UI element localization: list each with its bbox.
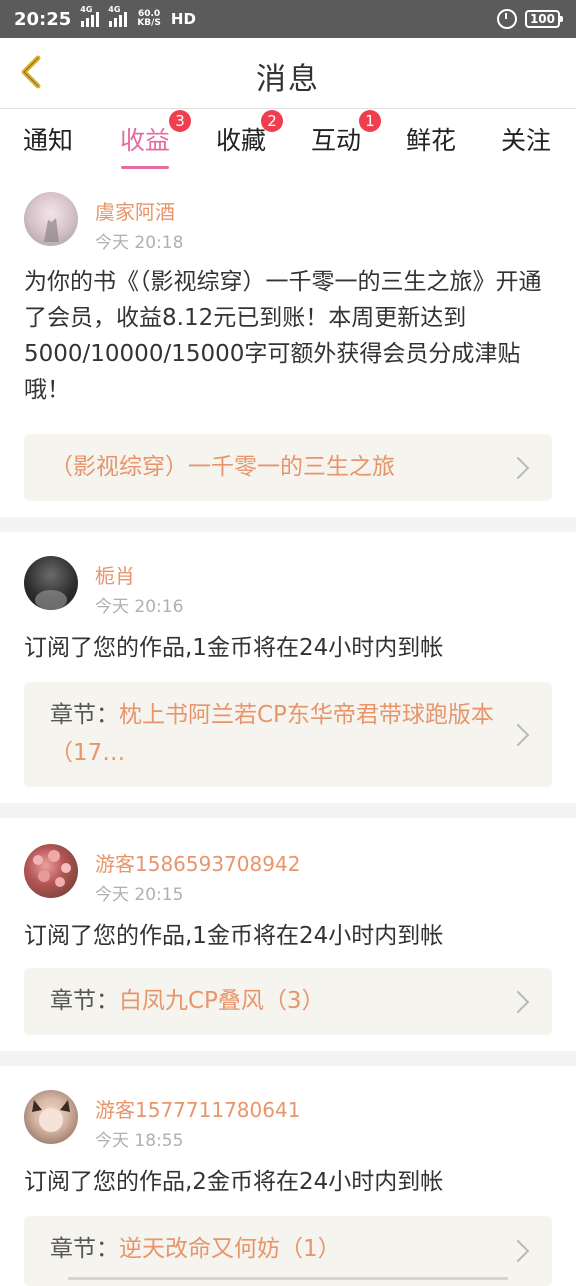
sender-name[interactable]: 虞家阿酒 bbox=[95, 196, 175, 225]
message-time: 今天 20:18 bbox=[95, 233, 184, 253]
avatar[interactable] bbox=[24, 556, 78, 610]
chevron-right-icon bbox=[506, 456, 530, 480]
chapter-title: 章节：枕上书阿兰若CP东华帝君带球跑版本（17… bbox=[50, 702, 494, 766]
message-time: 今天 20:16 bbox=[95, 597, 184, 617]
avatar[interactable] bbox=[24, 844, 78, 898]
tab-bar: 通知 收益 3 收藏 2 互动 1 鲜花 关注 bbox=[0, 109, 576, 171]
tab-badge: 1 bbox=[359, 110, 381, 132]
tab-flowers[interactable]: 鲜花 bbox=[383, 121, 479, 157]
tab-badge: 2 bbox=[261, 110, 283, 132]
signal-icon-2: 4G bbox=[108, 5, 128, 27]
sender-name[interactable]: 栀肖 bbox=[95, 560, 135, 589]
tab-badge: 3 bbox=[169, 110, 191, 132]
chapter-card[interactable]: 章节：白凤九CP叠风（3） bbox=[24, 968, 552, 1035]
divider bbox=[0, 517, 576, 532]
message-time: 今天 20:15 bbox=[95, 885, 184, 905]
active-tab-indicator bbox=[121, 166, 169, 169]
alarm-icon bbox=[496, 9, 517, 29]
divider bbox=[0, 1051, 576, 1066]
message-text: 为你的书《（影视综穿）一千零一的三生之旅》开通了会员，收益8.12元已到账！本周… bbox=[24, 269, 542, 403]
chevron-right-icon bbox=[506, 1239, 530, 1263]
sender-name[interactable]: 游客1577711780641 bbox=[95, 1094, 300, 1123]
avatar[interactable] bbox=[24, 192, 78, 246]
tab-earnings[interactable]: 收益 3 bbox=[97, 110, 193, 169]
sender-name[interactable]: 游客1586593708942 bbox=[95, 848, 300, 877]
tab-following[interactable]: 关注 bbox=[478, 121, 574, 157]
chapter-card[interactable]: 章节：逆天改命又何妨（1） bbox=[24, 1216, 552, 1286]
book-card[interactable]: （影视综穿）一千零一的三生之旅 bbox=[24, 434, 552, 501]
avatar[interactable] bbox=[24, 1090, 78, 1144]
tab-interactions[interactable]: 互动 1 bbox=[288, 110, 384, 157]
chapter-title: 章节：白凤九CP叠风（3） bbox=[50, 988, 325, 1014]
chevron-right-icon bbox=[506, 990, 530, 1014]
battery-icon: 100 bbox=[524, 10, 564, 28]
divider bbox=[0, 803, 576, 818]
tab-favorites[interactable]: 收藏 2 bbox=[193, 110, 289, 157]
book-title: （影视综穿）一千零一的三生之旅 bbox=[50, 454, 395, 480]
hd-indicator: HD bbox=[170, 10, 196, 28]
chapter-card[interactable]: 章节：枕上书阿兰若CP东华帝君带球跑版本（17… bbox=[24, 682, 552, 787]
message-text: 订阅了您的作品,1金币将在24小时内到帐 bbox=[24, 923, 444, 949]
message-text: 订阅了您的作品,2金币将在24小时内到帐 bbox=[24, 1169, 444, 1195]
message-text: 订阅了您的作品,1金币将在24小时内到帐 bbox=[24, 635, 444, 661]
signal-icon: 4G bbox=[80, 5, 100, 27]
network-speed: 60.0 KB/S bbox=[137, 9, 161, 28]
page-title: 消息 bbox=[256, 62, 320, 97]
status-bar: 20:25 4G 4G 60.0 KB/S HD 100 bbox=[0, 0, 576, 38]
chevron-right-icon bbox=[506, 723, 530, 747]
chapter-title: 章节：逆天改命又何妨（1） bbox=[50, 1236, 341, 1262]
message-time: 今天 18:55 bbox=[95, 1131, 184, 1151]
status-time: 20:25 bbox=[14, 8, 72, 30]
app-header: 消息 bbox=[0, 38, 576, 109]
tab-notifications[interactable]: 通知 bbox=[0, 121, 96, 157]
